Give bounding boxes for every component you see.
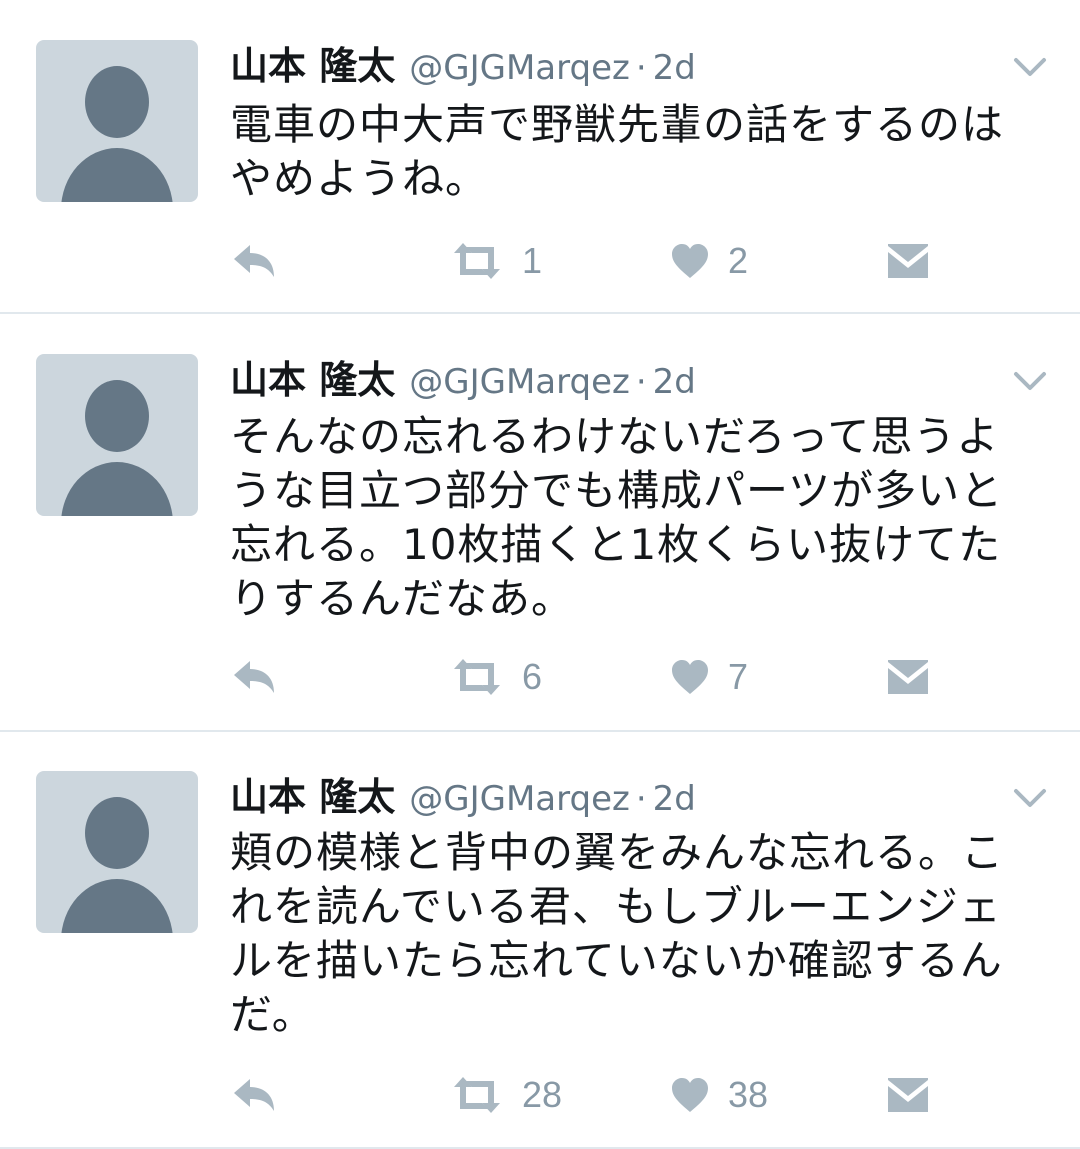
- retweet-count: 1: [522, 240, 543, 281]
- retweet-button[interactable]: 28: [450, 1070, 562, 1120]
- user-handle[interactable]: @GJGMarqez: [409, 779, 630, 819]
- reply-icon: [234, 661, 274, 693]
- timestamp[interactable]: 2d: [653, 362, 696, 402]
- tweet-text: 電車の中大声で野獣先輩の話をするのは やめようね。: [230, 100, 1005, 203]
- separator: ·: [635, 48, 647, 88]
- direct-message-button[interactable]: [886, 652, 930, 702]
- display-name[interactable]: 山本 隆太: [230, 44, 395, 88]
- tweet-header: 山本 隆太 @GJGMarqez · 2d: [230, 40, 696, 92]
- tweet-header: 山本 隆太 @GJGMarqez · 2d: [230, 771, 696, 823]
- retweet-count: 6: [522, 656, 543, 697]
- like-count: 38: [728, 1074, 769, 1115]
- tweet-actions: 1 2: [230, 236, 990, 286]
- envelope-icon: [888, 660, 928, 694]
- chevron-down-icon[interactable]: [1010, 366, 1050, 396]
- heart-icon: [672, 244, 708, 278]
- default-avatar-icon: [61, 380, 173, 516]
- tweet[interactable]: 山本 隆太 @GJGMarqez · 2d そんなの忘れるわけないだろって思うよ うな…: [0, 314, 1080, 732]
- display-name[interactable]: 山本 隆太: [230, 358, 395, 402]
- retweet-icon: [454, 659, 500, 695]
- reply-button[interactable]: [230, 652, 278, 702]
- like-button[interactable]: 7: [670, 652, 748, 702]
- like-button[interactable]: 38: [670, 1070, 768, 1120]
- timestamp[interactable]: 2d: [653, 779, 696, 819]
- like-button[interactable]: 2: [670, 236, 748, 286]
- retweet-icon: [454, 1077, 500, 1113]
- tweet-actions: 28 38: [230, 1070, 990, 1120]
- tweet-actions: 6 7: [230, 652, 990, 702]
- heart-icon: [672, 1078, 708, 1112]
- timestamp[interactable]: 2d: [653, 48, 696, 88]
- like-count: 2: [728, 240, 749, 281]
- like-count: 7: [728, 656, 749, 697]
- tweet-text: 頬の模様と背中の翼をみんな忘れる。こ れを読んでいる君、もしブルーエンジェ ルを…: [230, 828, 1005, 1039]
- separator: ·: [635, 779, 647, 819]
- envelope-icon: [888, 244, 928, 278]
- avatar[interactable]: [36, 40, 198, 202]
- avatar[interactable]: [36, 354, 198, 516]
- reply-icon: [234, 245, 274, 277]
- heart-icon: [672, 660, 708, 694]
- display-name[interactable]: 山本 隆太: [230, 775, 395, 819]
- envelope-icon: [888, 1078, 928, 1112]
- chevron-down-icon[interactable]: [1010, 52, 1050, 82]
- tweet[interactable]: 山本 隆太 @GJGMarqez · 2d 電車の中大声で野獣先輩の話をするのは やめ…: [0, 0, 1080, 314]
- retweet-icon: [454, 243, 500, 279]
- tweet[interactable]: 山本 隆太 @GJGMarqez · 2d 頬の模様と背中の翼をみんな忘れる。こ れを…: [0, 732, 1080, 1149]
- reply-button[interactable]: [230, 236, 278, 286]
- retweet-button[interactable]: 6: [450, 652, 542, 702]
- retweet-button[interactable]: 1: [450, 236, 542, 286]
- default-avatar-icon: [61, 66, 173, 202]
- retweet-count: 28: [522, 1074, 563, 1115]
- direct-message-button[interactable]: [886, 1070, 930, 1120]
- reply-button[interactable]: [230, 1070, 278, 1120]
- direct-message-button[interactable]: [886, 236, 930, 286]
- avatar[interactable]: [36, 771, 198, 933]
- user-handle[interactable]: @GJGMarqez: [409, 48, 630, 88]
- default-avatar-icon: [61, 797, 173, 933]
- user-handle[interactable]: @GJGMarqez: [409, 362, 630, 402]
- chevron-down-icon[interactable]: [1010, 783, 1050, 813]
- tweet-header: 山本 隆太 @GJGMarqez · 2d: [230, 354, 696, 406]
- separator: ·: [635, 362, 647, 402]
- reply-icon: [234, 1079, 274, 1111]
- tweet-text: そんなの忘れるわけないだろって思うよ うな目立つ部分でも構成パーツが多いと 忘れ…: [230, 412, 1004, 623]
